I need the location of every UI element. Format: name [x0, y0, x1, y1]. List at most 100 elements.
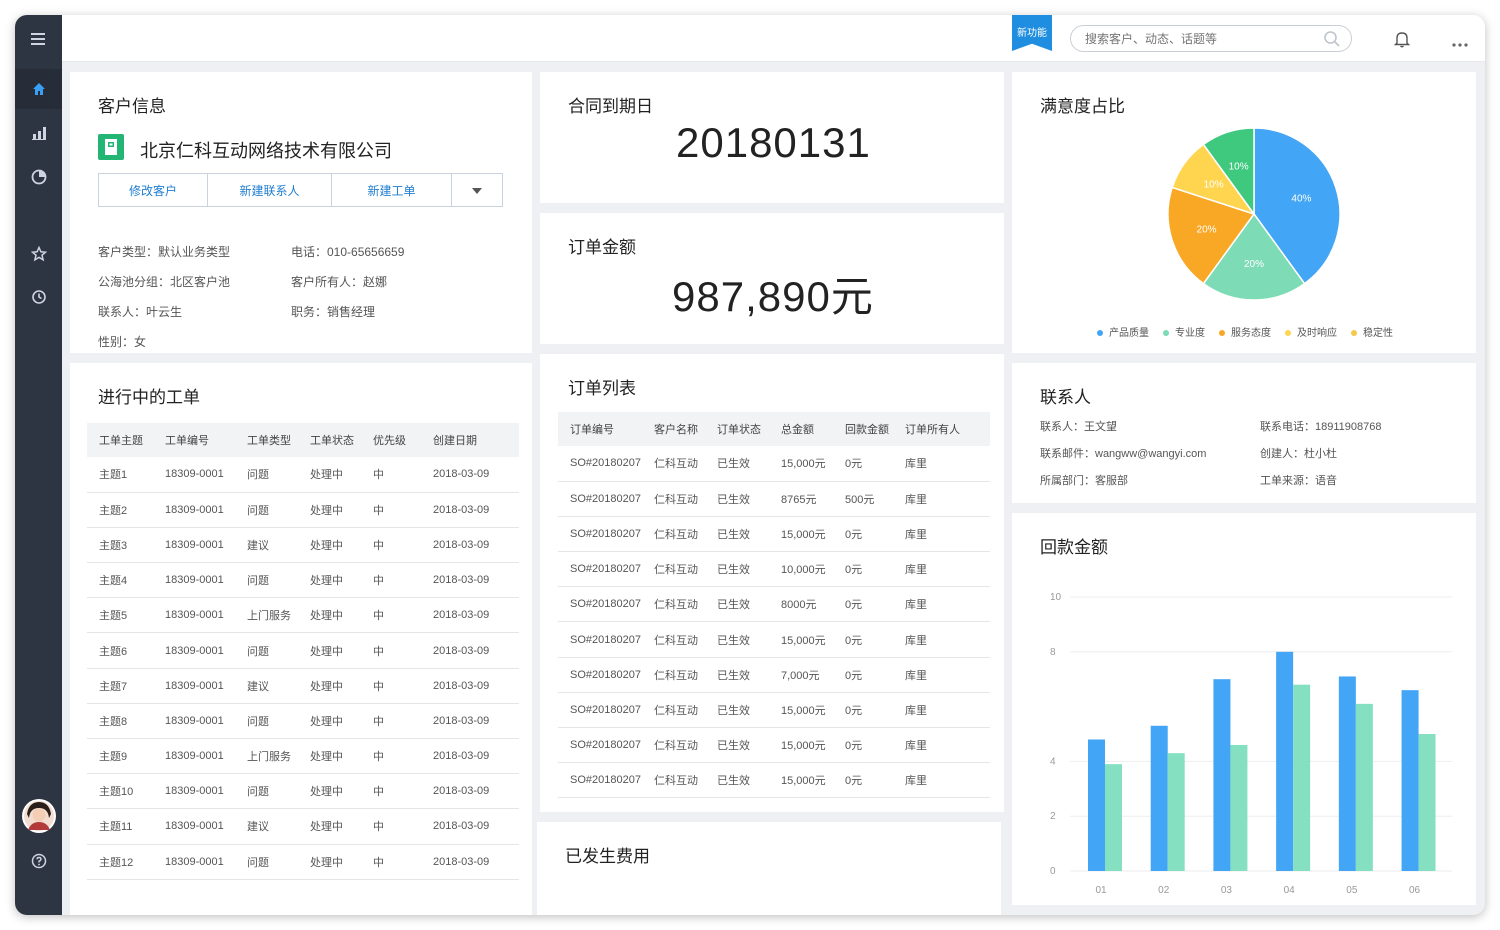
table-row[interactable]: SO#20180207 仁科互动 已生效 15,000元 0元 库里	[558, 621, 990, 658]
table-row[interactable]: SO#20180207 仁科互动 已生效 7,000元 0元 库里	[558, 657, 990, 693]
col-header[interactable]: 回款金额	[833, 412, 893, 446]
legend-item[interactable]: 服务态度	[1219, 324, 1271, 339]
bar[interactable]	[1088, 739, 1105, 871]
new-feature-badge[interactable]: 新功能	[1012, 15, 1052, 51]
col-header[interactable]: 订单状态	[705, 412, 769, 446]
table-row[interactable]: 主题1 18309-0001 问题 处理中中 2018-03-09	[87, 457, 519, 493]
table-row[interactable]: 主题4 18309-0001 问题 处理中中 2018-03-09	[87, 562, 519, 599]
table-row[interactable]: SO#20180207 仁科互动 已生效 8000元 0元 库里	[558, 586, 990, 623]
table-row[interactable]: SO#20180207 仁科互动 已生效 15,000元 0元 库里	[558, 727, 990, 764]
legend-item[interactable]: 产品质量	[1097, 324, 1149, 339]
bar[interactable]	[1293, 684, 1311, 871]
col-header[interactable]: 创建日期	[421, 423, 519, 457]
table-row[interactable]: SO#20180207 仁科互动 已生效 15,000元 0元 库里	[558, 692, 990, 729]
table-row[interactable]: SO#20180207 仁科互动 已生效 10,000元 0元 库里	[558, 551, 990, 588]
table-cell: 库里	[893, 446, 990, 482]
help-icon[interactable]	[15, 841, 62, 881]
bar[interactable]	[1355, 703, 1373, 871]
table-cell: 2018-03-09	[421, 597, 519, 634]
home-icon[interactable]	[15, 69, 62, 109]
table-cell: 2018-03-09	[421, 738, 519, 775]
x-tick-label: 05	[1346, 885, 1358, 896]
pie-legend: 产品质量 专业度 服务态度 及时响应 稳定性	[1097, 324, 1393, 339]
table-cell: 上门服务	[235, 738, 298, 775]
more-actions-button[interactable]	[452, 174, 502, 206]
new-workorder-button[interactable]: 新建工单	[332, 174, 452, 206]
table-row[interactable]: 主题12 18309-0001 问题 处理中中 2018-03-09	[87, 844, 519, 880]
more-icon[interactable]	[1451, 35, 1469, 53]
bar[interactable]	[1213, 679, 1231, 871]
bell-icon[interactable]	[1393, 30, 1411, 53]
table-row[interactable]: 主题2 18309-0001 问题 处理中中 2018-03-09	[87, 492, 519, 528]
bar[interactable]	[1167, 753, 1185, 871]
table-header-row: 工单主题 工单编号 工单类型 工单状态 优先级 创建日期	[87, 423, 519, 457]
bar[interactable]	[1105, 764, 1122, 871]
pie-chart-icon[interactable]	[15, 157, 62, 197]
table-row[interactable]: 主题11 18309-0001 建议 处理中中 2018-03-09	[87, 808, 519, 845]
new-contact-button[interactable]: 新建联系人	[208, 174, 332, 206]
legend-item[interactable]: 稳定性	[1351, 324, 1393, 339]
table-cell: 处理中	[298, 738, 361, 775]
table-cell: 10,000元	[769, 551, 833, 588]
contact-email[interactable]: 联系邮件：wangww@wangyi.com	[1040, 445, 1206, 461]
bar-chart-icon[interactable]	[15, 113, 62, 153]
table-cell: 15,000元	[769, 727, 833, 764]
table-cell: 处理中	[298, 527, 361, 564]
bar[interactable]	[1230, 744, 1248, 871]
bar[interactable]	[1401, 690, 1419, 871]
table-cell: 仁科互动	[642, 762, 705, 799]
col-header[interactable]: 工单类型	[235, 423, 298, 457]
table-row[interactable]: 主题6 18309-0001 问题 处理中中 2018-03-09	[87, 632, 519, 669]
table-row[interactable]: 主题8 18309-0001 问题 处理中中 2018-03-09	[87, 703, 519, 740]
legend-item[interactable]: 及时响应	[1285, 324, 1337, 339]
table-row[interactable]: SO#20180207 仁科互动 已生效 8765元 500元 库里	[558, 481, 990, 517]
table-cell: 8000元	[769, 586, 833, 623]
table-cell: 中	[361, 844, 421, 880]
y-tick-label: 4	[1050, 756, 1056, 767]
table-cell: 0元	[833, 692, 893, 729]
search-input[interactable]	[1071, 26, 1311, 51]
col-header[interactable]: 客户名称	[642, 412, 705, 446]
search-icon[interactable]	[1323, 30, 1341, 53]
bar[interactable]	[1276, 651, 1294, 871]
table-row[interactable]: 主题7 18309-0001 建议 处理中中 2018-03-09	[87, 668, 519, 704]
company-row: 北京仁科互动网络技术有限公司	[98, 134, 392, 165]
search-box[interactable]	[1070, 25, 1352, 52]
col-header[interactable]: 工单状态	[298, 423, 361, 457]
table-row[interactable]: 主题3 18309-0001 建议 处理中中 2018-03-09	[87, 527, 519, 564]
table-row[interactable]: 主题10 18309-0001 问题 处理中中 2018-03-09	[87, 773, 519, 810]
table-cell: 2018-03-09	[421, 632, 519, 669]
table-row[interactable]: 主题9 18309-0001 上门服务 处理中中 2018-03-09	[87, 738, 519, 775]
bar[interactable]	[1338, 676, 1356, 871]
table-cell: 2018-03-09	[421, 808, 519, 845]
col-header[interactable]: 订单所有人	[893, 412, 990, 446]
col-header[interactable]: 工单主题	[87, 423, 153, 457]
table-cell: 仁科互动	[642, 551, 705, 588]
table-cell: 中	[361, 703, 421, 740]
contact-dept: 所属部门：客服部	[1040, 475, 1128, 487]
edit-customer-button[interactable]: 修改客户	[99, 174, 208, 206]
x-tick-label: 03	[1221, 885, 1233, 896]
contact-panel: 联系人 联系人：王文望 联系电话：18911908768 联系邮件：wangww…	[1012, 363, 1476, 503]
table-row[interactable]: SO#20180207 仁科互动 已生效 15,000元 0元 库里	[558, 516, 990, 553]
app-window: 新功能 客户信息 北京仁科互动网络技术有限公司 修改客户 新建联系人 新建工单	[15, 15, 1485, 915]
avatar[interactable]	[15, 795, 62, 837]
col-header[interactable]: 工单编号	[153, 423, 235, 457]
col-header[interactable]: 总金额	[769, 412, 833, 446]
table-cell: 问题	[235, 562, 298, 599]
bar[interactable]	[1418, 734, 1436, 871]
table-cell: 处理中	[298, 668, 361, 704]
table-row[interactable]: SO#20180207 仁科互动 已生效 15,000元 0元 库里	[558, 446, 990, 482]
history-icon[interactable]	[15, 277, 62, 317]
legend-item[interactable]: 专业度	[1163, 324, 1205, 339]
star-icon[interactable]	[15, 234, 62, 274]
col-header[interactable]: 优先级	[361, 423, 421, 457]
menu-icon[interactable]	[15, 19, 62, 59]
table-cell: 2018-03-09	[421, 527, 519, 564]
table-header-row: 订单编号 客户名称 订单状态 总金额 回款金额 订单所有人	[558, 412, 990, 446]
table-cell: 库里	[893, 657, 990, 693]
table-row[interactable]: SO#20180207 仁科互动 已生效 15,000元 0元 库里	[558, 762, 990, 799]
col-header[interactable]: 订单编号	[558, 412, 642, 446]
bar[interactable]	[1150, 725, 1168, 871]
table-row[interactable]: 主题5 18309-0001 上门服务 处理中中 2018-03-09	[87, 597, 519, 634]
